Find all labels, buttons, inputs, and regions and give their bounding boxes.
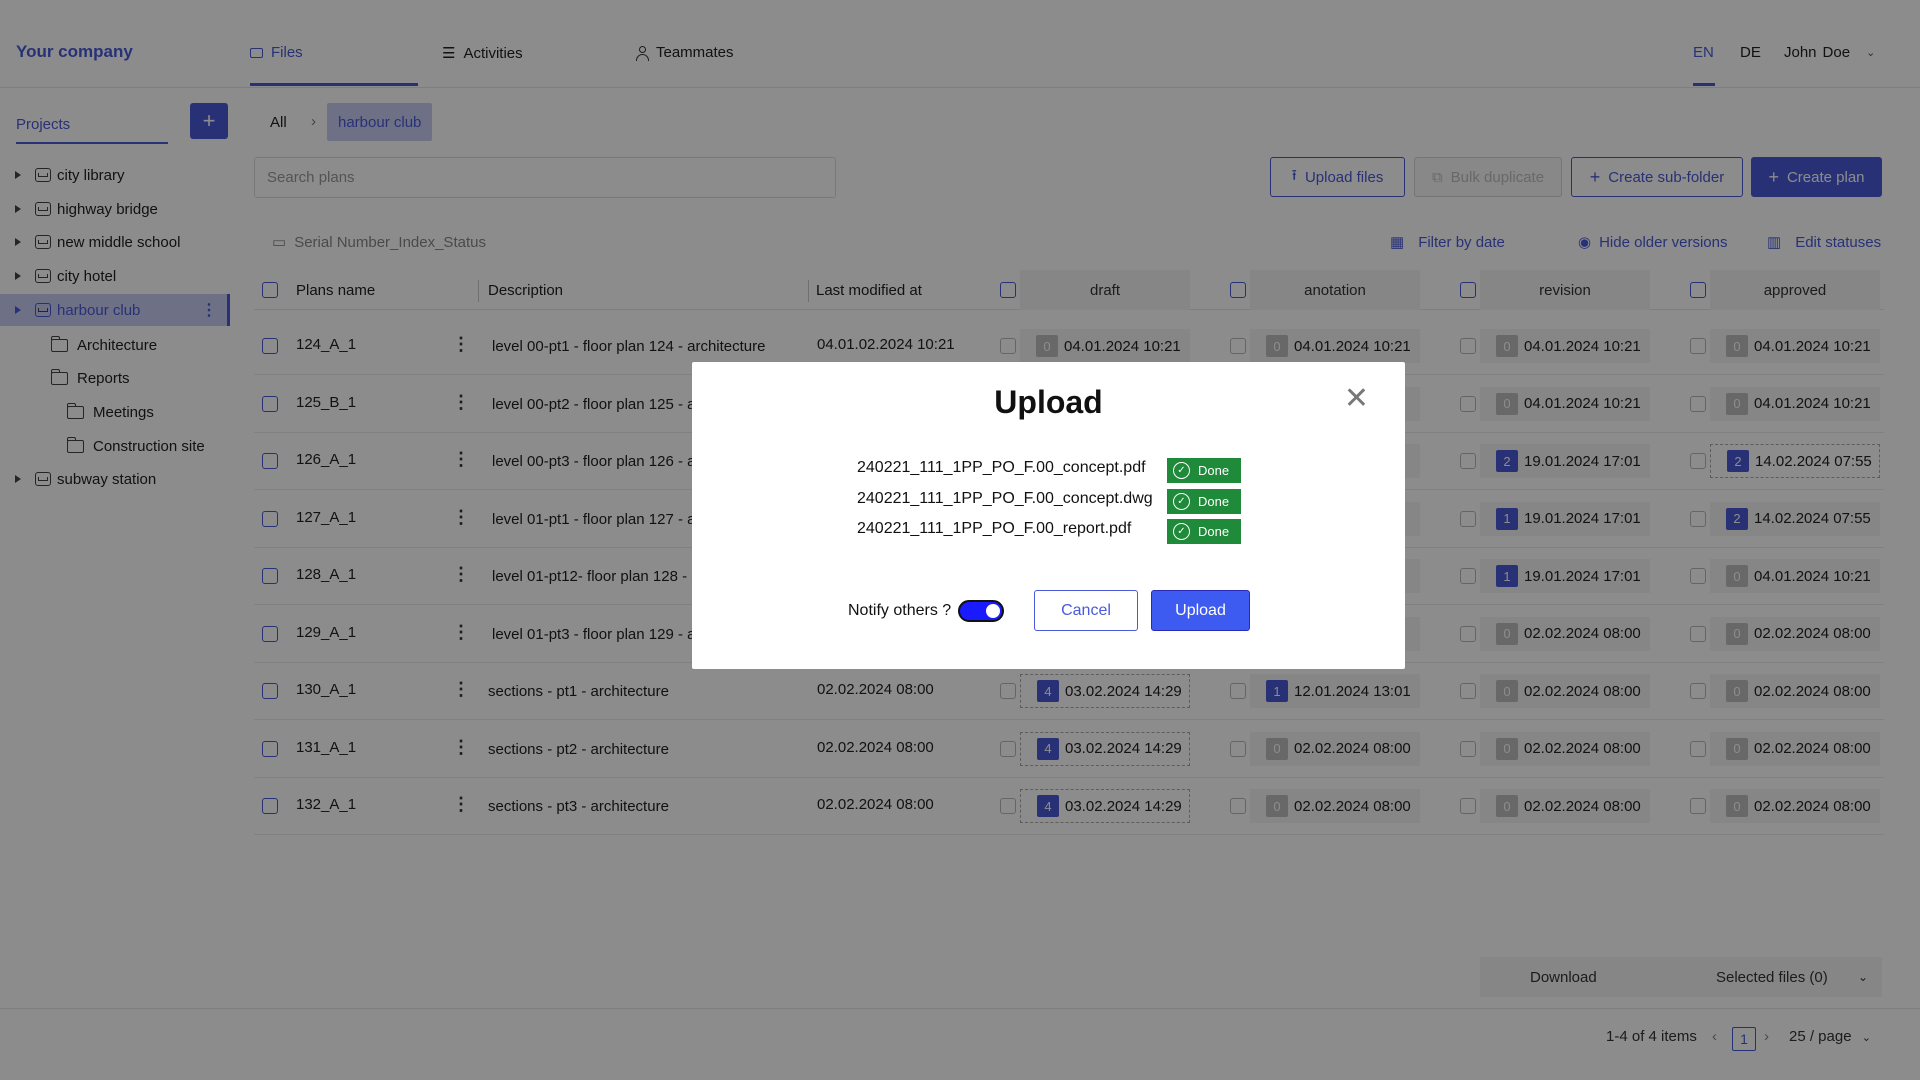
check-circle-icon: ✓	[1173, 523, 1190, 540]
status-badge: ✓ Done	[1167, 519, 1241, 544]
status-badge: ✓ Done	[1167, 458, 1241, 483]
upload-file-name: 240221_111_1PP_PO_F.00_concept.dwg	[857, 490, 1153, 507]
upload-file-name: 240221_111_1PP_PO_F.00_report.pdf	[857, 520, 1132, 537]
status-badge: ✓ Done	[1167, 489, 1241, 514]
check-circle-icon: ✓	[1173, 462, 1190, 479]
upload-modal: Upload ✕ 240221_111_1PP_PO_F.00_concept.…	[692, 362, 1405, 669]
modal-title: Upload	[994, 384, 1103, 420]
upload-file-name: 240221_111_1PP_PO_F.00_concept.pdf	[857, 459, 1146, 476]
notify-toggle[interactable]	[958, 600, 1004, 622]
status-badge-label: Done	[1198, 494, 1230, 509]
close-icon[interactable]: ✕	[1344, 384, 1369, 414]
cancel-button[interactable]: Cancel	[1034, 590, 1138, 631]
status-badge-label: Done	[1198, 524, 1230, 539]
check-circle-icon: ✓	[1173, 493, 1190, 510]
notify-label: Notify others ?	[848, 602, 952, 619]
toggle-knob	[986, 604, 1000, 618]
status-badge-label: Done	[1198, 463, 1230, 478]
upload-button[interactable]: Upload	[1151, 590, 1250, 631]
